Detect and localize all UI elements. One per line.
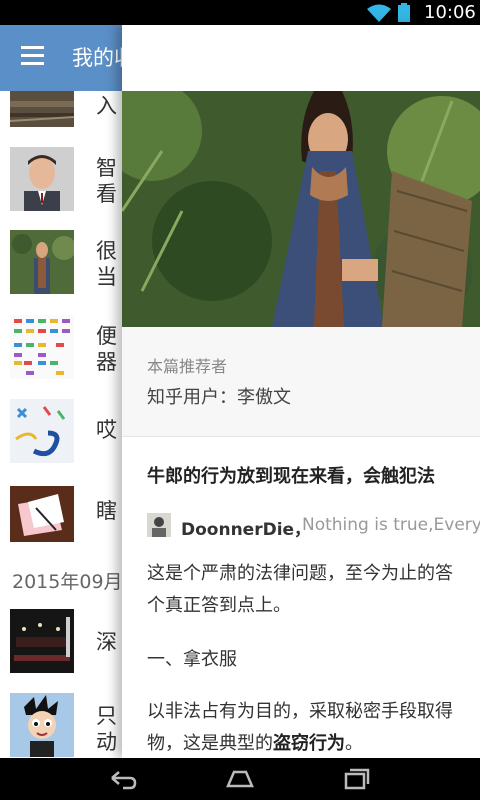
recommender-user[interactable]: 知乎用户：李傲文 [147, 383, 291, 409]
colorful-letters-photo [10, 399, 74, 463]
answer-paragraph: 一、拿衣服 [147, 649, 237, 670]
article-detail-panel: 很认真的分析：牛郎的行为 本篇推荐者 知乎用户：李傲文 牛郎的行为放到现在来看，… [122, 25, 480, 758]
recommender-section: 本篇推荐者 知乎用户：李傲文 [122, 327, 480, 437]
status-bar: 10:06 [0, 0, 480, 25]
recommender-label: 本篇推荐者 [147, 357, 228, 376]
mr-bean-photo [10, 147, 74, 211]
answer-paragraph: 以非法占有为目的，采取秘密手段取得 物，这是典型的盗窃行为。 [147, 701, 453, 754]
swordsman-photo [10, 230, 74, 294]
question-title[interactable]: 牛郎的行为放到现在来看，会触犯法 [147, 462, 435, 488]
astro-boy-photo [10, 693, 74, 757]
detail-toolbar: 很认真的分析：牛郎的行为 [122, 25, 480, 91]
clock: 10:06 [424, 2, 476, 23]
color-grid-photo [10, 315, 74, 379]
notebook-photo [10, 486, 74, 542]
hero-image [122, 91, 480, 327]
answer-paragraph: 这是个严肃的法律问题，至今为止的答 个真正答到点上。 [147, 563, 453, 616]
railway-photo [10, 91, 74, 127]
avatar [147, 513, 171, 537]
back-nav-icon[interactable] [108, 766, 138, 792]
date-header: 2015年09月 [12, 571, 123, 593]
back-arrow-icon[interactable] [145, 45, 169, 69]
article-title: 很认真的分析：牛郎的行为 [194, 46, 446, 70]
wifi-icon [367, 4, 391, 22]
recent-apps-icon[interactable] [342, 766, 372, 792]
navigation-bar [0, 758, 480, 800]
author-name: DoonnerDie， [181, 520, 312, 540]
home-nav-icon[interactable] [225, 766, 255, 792]
menu-icon[interactable] [21, 46, 45, 66]
stage-photo [10, 609, 74, 673]
battery-icon [398, 3, 410, 22]
author-bio: Nothing is true,Everyt [302, 515, 480, 535]
bold-text: 盗窃行为 [273, 733, 345, 754]
